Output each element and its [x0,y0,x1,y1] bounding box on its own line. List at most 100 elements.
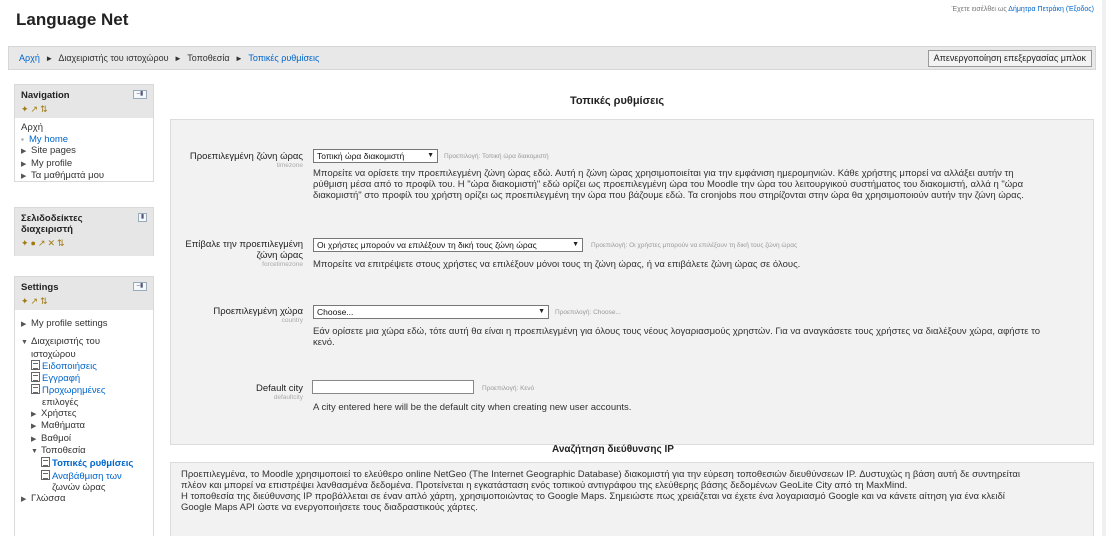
settings-item-label: Μαθήματα [41,420,86,432]
settings-item-users[interactable]: ▶ Χρήστες [21,408,147,420]
settings-item-label: Χρήστες [41,408,77,420]
forcetimezone-select[interactable]: Οι χρήστες μπορούν να επιλέξουν τη δική … [313,238,583,252]
settings-item-grades[interactable]: ▶ Βαθμοί [21,433,147,445]
settings-item-label[interactable]: Αναβάθμιση των [52,471,122,482]
settings-item-notifications[interactable]: Ειδοποιήσεις [21,359,147,372]
forcetimezone-label-line2: ζώνη ώρας [256,250,303,261]
breadcrumb-separator: ► [174,54,182,63]
nav-item-label[interactable]: My home [29,134,68,145]
logout-link[interactable]: (Έξοδος) [1066,6,1094,13]
country-label-text: Προεπιλεγμένη χώρα [213,306,303,317]
settings-item-label[interactable]: Τοπικές ρυθμίσεις [52,458,133,469]
collapse-arrow-icon[interactable]: ▼ [21,337,31,348]
navbar: Αρχή ► Διαχειριστής του ιστοχώρου ► Τοπο… [8,46,1096,70]
document-icon [41,457,50,468]
expand-arrow-icon[interactable]: ▶ [21,494,31,505]
breadcrumb-separator: ► [45,54,54,63]
admin-bookmarks-title: Σελιδοδείκτες διαχειριστή [21,213,147,235]
timezone-desc-line1: Μπορείτε να ορίσετε την προεπιλεγμένη ζώ… [313,168,1014,179]
defaultcity-label: Default city defaultcity [173,383,303,402]
defaultcity-default: Προεπιλογή: Κενό [482,385,535,392]
page-scrollbar[interactable] [1102,0,1106,536]
settings-item-label: Διαχειριστής του [31,336,101,348]
timezone-description: Μπορείτε να ορίσετε την προεπιλεγμένη ζώ… [313,168,1093,201]
timezone-desc-line3: διακομιστή" στο προφίλ του χρήστη ορίζει… [313,190,1024,201]
nav-home-link[interactable]: Αρχή [21,122,147,134]
settings-block-content: ▶ My profile settings ▼ Διαχειριστής του ι… [15,310,153,511]
settings-block-title: Settings [21,282,59,293]
settings-item-label: My profile settings [31,318,108,329]
expand-arrow-icon[interactable]: ▶ [21,146,31,158]
defaultcity-key: defaultcity [273,394,303,401]
user-link[interactable]: Δήμητρα Πετράκη [1008,6,1064,13]
settings-item-tz-update[interactable]: Αναβάθμιση των [21,469,147,482]
block-edit-icons[interactable]: ✦↗⇅ [21,104,147,114]
forcetimezone-label-line1: Επίβαλε την προεπιλεγμένη [185,239,303,250]
country-description: Εάν ορίσετε μια χώρα εδώ, τότε αυτή θα ε… [313,326,1093,348]
block-collapse-icon[interactable]: –▮ [133,90,147,99]
settings-item-label[interactable]: Εγγραφή [42,373,80,384]
ip-lookup-line1: Προεπιλεγμένα, το Moodle χρησιμοποιεί το… [181,469,1020,480]
settings-item-label[interactable]: Ειδοποιήσεις [42,361,97,372]
ip-lookup-box: Προεπιλεγμένα, το Moodle χρησιμοποιεί το… [170,462,1094,536]
expand-arrow-icon[interactable]: ▶ [31,409,41,420]
breadcrumb-home[interactable]: Αρχή [19,53,40,63]
settings-item-courses[interactable]: ▶ Μαθήματα [21,420,147,432]
forcetimezone-default: Προεπιλογή: Οι χρήστες μπορούν να επιλέξ… [591,242,798,249]
breadcrumb-location: Τοποθεσία [187,53,230,63]
block-edit-icons[interactable]: ✦↗⇅ [21,296,147,306]
ip-lookup-heading: Αναζήτηση διεύθυνσης IP [552,444,674,455]
navigation-block-header: Navigation –▮ ✦↗⇅ [15,85,153,118]
breadcrumb-current[interactable]: Τοπικές ρυθμίσεις [248,53,319,63]
nav-item-site-pages[interactable]: ▶ Site pages [21,145,147,158]
block-collapse-icon[interactable]: –▮ [133,282,147,291]
nav-item-my-courses[interactable]: ▶ Τα μαθήματά μου [21,170,147,183]
settings-item-location[interactable]: ▼ Τοποθεσία [21,445,147,457]
settings-item-tz-update-cont[interactable]: ζωνών ώρας [21,482,147,493]
timezone-select[interactable]: Τοπική ώρα διακομιστή ▼ [313,149,438,163]
nav-item-label: Site pages [31,145,76,156]
expand-arrow-icon[interactable]: ▶ [31,421,41,432]
nav-item-label: Τα μαθήματά μου [31,170,105,181]
settings-item-site-admin[interactable]: ▼ Διαχειριστής του [21,336,147,348]
document-icon [41,469,50,480]
collapse-arrow-icon[interactable]: ▼ [31,446,41,457]
settings-block-header: Settings –▮ ✦↗⇅ [15,277,153,310]
dropdown-arrow-icon: ▼ [427,152,434,159]
nav-item-my-home[interactable]: ▪ My home [21,134,147,146]
block-collapse-icon[interactable]: ▮ [138,213,147,222]
country-desc-line2: κενό. [313,337,335,348]
settings-item-advanced[interactable]: Προχωρημένες [21,384,147,396]
settings-item-label[interactable]: Προχωρημένες [42,385,105,396]
country-select[interactable]: Choose... ▼ [313,305,549,319]
settings-item-advanced-cont[interactable]: επιλογές [21,397,147,408]
ip-lookup-line3: Η τοποθεσία της διεύθυνσης IP προβάλλετα… [181,491,1005,502]
blocks-editing-off-button[interactable]: Απενεργοποίηση επεξεργασίας μπλοκ [927,50,1092,67]
nav-item-my-profile[interactable]: ▶ My profile [21,158,147,171]
navigation-block-title: Navigation [21,90,70,101]
forcetimezone-description: Μπορείτε να επιτρέψετε στους χρήστες να … [313,259,801,270]
settings-item-language[interactable]: ▶ Γλώσσα [21,493,147,505]
expand-arrow-icon[interactable]: ▶ [21,159,31,171]
login-info: Έχετε εισέλθει ως Δήμητρα Πετράκη (Έξοδο… [952,6,1094,13]
admin-bookmarks-header: Σελιδοδείκτες διαχειριστή ▮ ✦●↗✕⇅ [15,208,153,256]
ip-lookup-line2: πλέον και μπορεί να επιστρέψει λανθασμέν… [181,480,908,491]
timezone-default: Προεπιλογή: Τοπική ώρα διακομιστή [444,153,549,160]
settings-item-local-settings[interactable]: Τοπικές ρυθμίσεις [21,457,147,469]
country-desc-line1: Εάν ορίσετε μια χώρα εδώ, τότε αυτή θα ε… [313,326,1040,337]
timezone-key: timezone [276,162,303,169]
timezone-desc-line2: ρύθμιση μέσα από το προφίλ του. Η "ώρα δ… [313,179,1024,190]
navigation-block-content: Αρχή ▪ My home ▶ Site pages ▶ My profile ▶ Τ… [15,118,153,189]
defaultcity-input[interactable] [312,380,474,394]
settings-item-label: Γλώσσα [31,493,66,505]
block-edit-icons[interactable]: ✦●↗✕⇅ [21,238,147,248]
dropdown-arrow-icon: ▼ [538,308,545,315]
expand-arrow-icon[interactable]: ▶ [21,171,31,183]
settings-item-registration[interactable]: Εγγραφή [21,372,147,384]
forcetimezone-key: forcetimezone [262,261,303,268]
document-icon [31,359,40,370]
expand-arrow-icon[interactable]: ▶ [31,434,41,445]
navigation-block: Navigation –▮ ✦↗⇅ Αρχή ▪ My home ▶ Site pa… [14,84,154,182]
expand-arrow-icon[interactable]: ▶ [21,319,31,330]
settings-item-my-profile[interactable]: ▶ My profile settings [21,318,147,330]
